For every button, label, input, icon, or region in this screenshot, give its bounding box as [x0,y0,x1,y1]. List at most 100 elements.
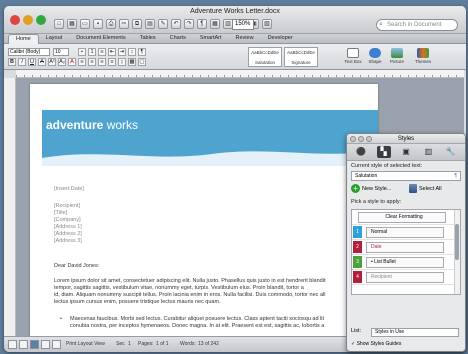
draft-view-button[interactable] [8,340,17,349]
tab-developer[interactable]: Developer [261,34,300,44]
undo-icon[interactable]: ↶ [171,19,181,29]
search-input[interactable]: ⌕ Search in Document [376,19,458,31]
bullets-icon[interactable]: • [78,48,86,56]
new-document-icon[interactable]: □ [54,19,64,29]
styles-palette-icon[interactable]: ▚ [376,146,391,158]
text-box-tool[interactable]: Text Box [344,48,362,64]
increase-indent-icon[interactable]: ⇥ [118,48,126,56]
horizontal-ruler[interactable] [16,70,464,78]
tab-tables[interactable]: Tables [133,34,163,44]
title-field[interactable]: [Title] [54,210,67,216]
address3-field[interactable]: [Address 3] [54,238,82,244]
borders-icon[interactable]: ▢ [138,58,146,66]
minimize-window-button[interactable] [23,15,33,25]
outline-view-button[interactable] [19,340,28,349]
document-page[interactable]: 6 2 3 5 1 3 adventure works [Insert Date… [30,84,378,344]
object-palette-icon[interactable]: ▣ [399,146,413,158]
strikethrough-button[interactable]: A [38,58,46,66]
tab-smartart[interactable]: SmartArt [193,34,229,44]
shading-icon[interactable]: ▩ [128,58,136,66]
superscript-button[interactable]: A² [48,58,56,66]
outline-icon[interactable]: ≡ [98,48,106,56]
table-icon[interactable]: ▦ [210,19,220,29]
save-icon[interactable]: ▪ [93,19,103,29]
insert-date-field[interactable]: [Insert Date] [54,186,84,192]
paragraph-row-bottom: ≡ ≡ ≡ ≡ ↨ ▩ ▢ [78,58,146,66]
vertical-ruler[interactable] [4,78,16,336]
templates-icon[interactable]: ▦ [67,19,77,29]
search-placeholder: Search in Document [387,22,442,28]
style-card-salutation[interactable]: AaBbCcDdEe Salutation [248,47,282,67]
show-styles-guides-checkbox[interactable]: ✓ Show Styles Guides [351,341,401,347]
pilcrow-icon[interactable]: ¶ [138,48,146,56]
style-list-scrollbar[interactable] [454,210,460,294]
zoom-field[interactable]: 150% [232,19,254,30]
font-size-select[interactable]: 10 [53,48,69,56]
select-all-button[interactable]: Select All [409,184,442,193]
style-list-scroll-thumb[interactable] [455,224,459,260]
palette-toolbar: ⚫ ▚ ▣ ▥ 🔧 [347,144,465,161]
company-logo: adventure works [46,118,139,132]
cut-icon[interactable]: ✂ [119,19,129,29]
body-line-3: id, diam. Aliquam nonummy suscipit tellu… [54,292,326,298]
recipient-field[interactable]: [Recipient] [54,203,80,209]
format-painter-icon[interactable]: ✎ [158,19,168,29]
style-item-recipient[interactable]: 4 Recipient ¶ [352,270,460,285]
tools-wrench-icon[interactable]: 🔧 [444,146,458,158]
new-style-button[interactable]: + New Style... [351,184,391,193]
tab-charts[interactable]: Charts [163,34,193,44]
reference-tools-icon[interactable]: ▥ [421,146,435,158]
picture-tool[interactable]: Picture [388,48,406,64]
page-color-tabs: 6 2 3 5 1 3 [30,110,40,344]
styles-palette-titlebar[interactable]: Styles [347,134,465,144]
list-filter-select[interactable]: Styles in Use [371,328,459,337]
align-left-icon[interactable]: ≡ [78,58,86,66]
print-icon[interactable]: ⎙ [106,19,116,29]
style-item-list-bullet[interactable]: 3 • List Bullet ¶ [352,255,460,270]
palette-minimize-button[interactable] [358,136,364,142]
underline-button[interactable]: U [28,58,36,66]
zoom-window-button[interactable] [36,15,46,25]
style-card-signature[interactable]: AaBbCcDdEe Signature [284,47,318,67]
address1-field[interactable]: [Address 1] [54,224,82,230]
tab-layout[interactable]: Layout [39,34,70,44]
italic-button[interactable]: I [18,58,26,66]
palette-zoom-button[interactable] [366,136,372,142]
notebook-view-button[interactable] [41,340,50,349]
subscript-button[interactable]: A₂ [58,58,66,66]
align-center-icon[interactable]: ≡ [88,58,96,66]
color-tab-cyan: 1 [33,294,37,300]
justify-icon[interactable]: ≡ [108,58,116,66]
align-right-icon[interactable]: ≡ [98,58,106,66]
paragraph-marks-icon[interactable]: ¶ [197,19,207,29]
style-item-clear-formatting[interactable]: Clear Formatting [352,210,460,225]
company-field[interactable]: [Company] [54,217,81,223]
decrease-indent-icon[interactable]: ⇤ [108,48,116,56]
tab-document-elements[interactable]: Document Elements [69,34,133,44]
copy-icon[interactable]: ⧉ [132,19,142,29]
ribbon-home: Calibri (Body) 10 B I U A A² A₂ A a • 1 … [4,44,466,70]
font-name-select[interactable]: Calibri (Body) [8,48,50,56]
close-window-button[interactable] [10,15,20,25]
numbering-icon[interactable]: 1 [88,48,96,56]
palette-close-button[interactable] [350,136,356,142]
publishing-view-button[interactable] [52,340,61,349]
formatting-palette-icon[interactable]: ⚫ [354,146,368,158]
paste-icon[interactable]: ▤ [145,19,155,29]
tab-review[interactable]: Review [229,34,261,44]
tab-home[interactable]: Home [8,34,39,44]
line-spacing-icon[interactable]: ↨ [118,58,126,66]
open-folder-icon[interactable]: ▭ [80,19,90,29]
print-layout-view-button[interactable] [30,340,39,349]
address2-field[interactable]: [Address 2] [54,231,82,237]
bold-button[interactable]: B [8,58,16,66]
shape-tool[interactable]: Shape [366,48,384,64]
current-style-field[interactable]: Salutation ¶ [351,171,461,181]
text-color-button[interactable]: A [68,58,76,66]
sort-icon[interactable]: ↕ [128,48,136,56]
redo-icon[interactable]: ↷ [184,19,194,29]
themes-tool[interactable]: Themes [414,48,432,64]
toolbox-icon[interactable]: ▧ [262,19,272,29]
style-item-normal[interactable]: 1 Normal ¶ [352,225,460,240]
style-item-date[interactable]: 2 Date ¶ [352,240,460,255]
